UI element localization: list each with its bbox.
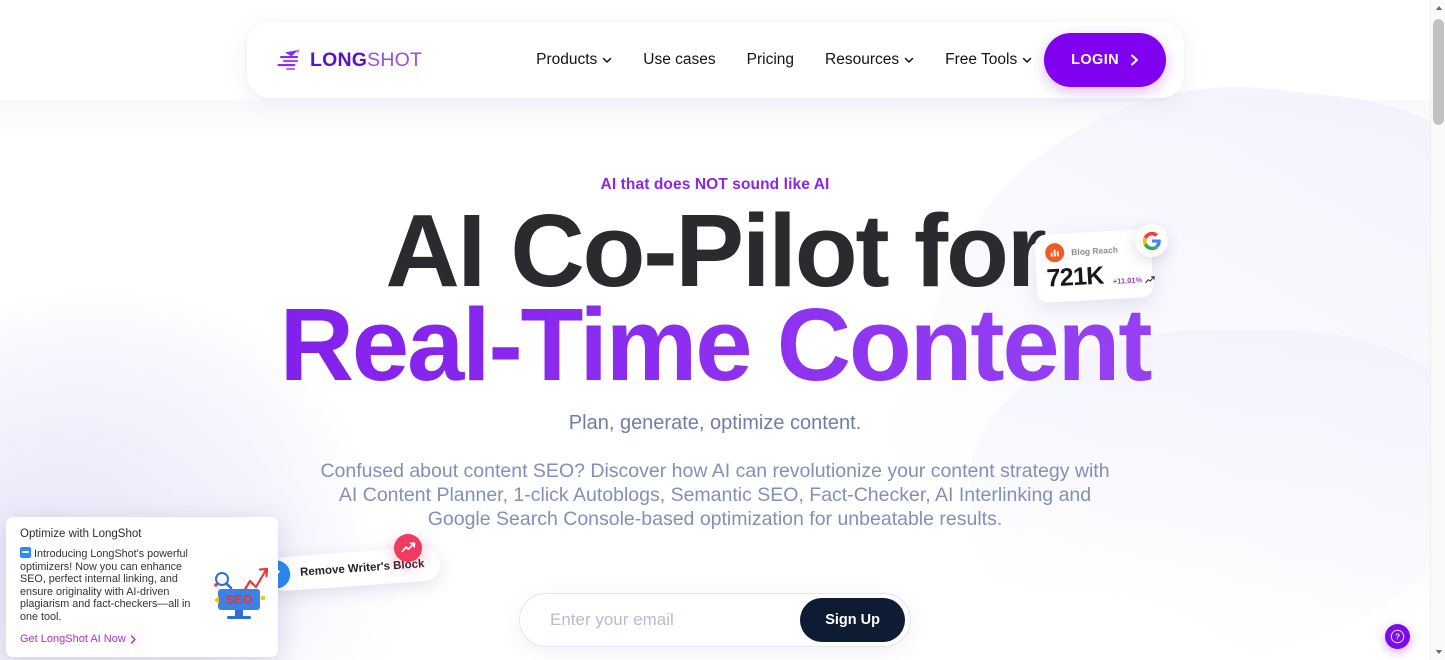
nav-item-use-cases[interactable]: Use cases [643, 51, 715, 69]
rocket-speedlines-icon [277, 49, 300, 70]
stat-card-body: 721K +11.01% [1045, 261, 1155, 293]
login-button[interactable]: LOGIN [1044, 33, 1166, 87]
logo-text: LONGSHOT [310, 49, 422, 72]
scrollbar-thumb[interactable] [1433, 19, 1444, 125]
stat-card-value: 721K [1045, 261, 1105, 293]
logo[interactable]: LONGSHOT [277, 49, 422, 72]
login-button-label: LOGIN [1071, 52, 1119, 68]
toast-cta-label: Get LongShot AI Now [20, 633, 126, 645]
triangle-up-icon [1435, 6, 1442, 10]
site-header: LONGSHOT Products Use cases Pricing Reso… [247, 22, 1184, 98]
bar-chart-circle-icon [1044, 242, 1065, 263]
seo-monitor-illustration: SEO [214, 567, 269, 619]
chevron-right-icon [1131, 54, 1138, 66]
logo-text-secondary: SHOT [367, 48, 423, 71]
nav-item-products[interactable]: Products [536, 51, 612, 69]
hero-description-line1: Confused about content SEO? Discover how… [320, 460, 1110, 482]
browser-scrollbar[interactable] [1430, 0, 1445, 660]
nav-item-free-tools[interactable]: Free Tools [945, 51, 1032, 69]
google-badge [1135, 224, 1168, 257]
nav-label-resources: Resources [825, 51, 900, 68]
hero-subheadline: Plan, generate, optimize content. [568, 412, 862, 434]
nav-label-products: Products [536, 51, 598, 68]
background-band [0, 100, 1430, 140]
stat-card-percent: +11.01% [1112, 275, 1143, 286]
email-input[interactable] [550, 610, 801, 630]
nav-label-pricing: Pricing [746, 51, 795, 68]
hero-headline: AI Co-Pilot for Real-Time Content [0, 199, 1430, 396]
trend-up-arrow-icon [1145, 275, 1155, 283]
nav-item-resources[interactable]: Resources [825, 51, 914, 69]
email-signup-form: Sign Up [519, 593, 911, 647]
nav-label-use-cases: Use cases [643, 51, 716, 68]
page-canvas: LONGSHOT Products Use cases Pricing Reso… [0, 0, 1430, 660]
toast-body: Introducing LongShot's powerful optimize… [20, 547, 206, 624]
question-mark-circle-icon: ? [1390, 629, 1405, 644]
chevron-right-icon [130, 634, 136, 644]
triangle-down-icon [1435, 650, 1442, 654]
new-badge-emoji-icon [20, 547, 31, 558]
scrollbar-down-arrow[interactable] [1431, 644, 1445, 660]
nav-item-pricing[interactable]: Pricing [747, 51, 794, 69]
chevron-down-icon [1022, 57, 1032, 63]
trend-spark-icon [401, 542, 415, 553]
stat-card-header: Blog Reach [1044, 238, 1142, 263]
trend-spark-badge [394, 534, 422, 562]
sign-up-button[interactable]: Sign Up [800, 598, 905, 642]
toast-title: Optimize with LongShot [20, 528, 142, 540]
chevron-down-icon [603, 57, 612, 63]
toast-cta-link[interactable]: Get LongShot AI Now [20, 633, 137, 645]
nav-label-free-tools: Free Tools [945, 51, 1018, 68]
scrollbar-up-arrow[interactable] [1431, 0, 1445, 16]
stat-card-delta: +11.01% [1113, 275, 1157, 288]
hero-description-line2: AI Content Planner, 1-click Autoblogs, S… [338, 484, 1092, 506]
hero-headline-line2: Real-Time Content [0, 293, 1430, 396]
notification-toast[interactable]: Optimize with LongShot Introducing LongS… [6, 517, 278, 657]
svg-text:?: ? [1395, 632, 1400, 642]
toast-body-text: Introducing LongShot's powerful optimize… [20, 548, 191, 623]
logo-text-primary: LONG [310, 48, 368, 71]
google-g-icon [1142, 231, 1161, 250]
main-navigation: Products Use cases Pricing Resources Fre… [536, 51, 1032, 69]
svg-text:SEO: SEO [225, 592, 252, 607]
help-button[interactable]: ? [1385, 624, 1410, 649]
chevron-down-icon [904, 57, 914, 63]
stat-card-label: Blog Reach [1070, 244, 1119, 257]
hero-eyebrow: AI that does NOT sound like AI [600, 176, 830, 193]
